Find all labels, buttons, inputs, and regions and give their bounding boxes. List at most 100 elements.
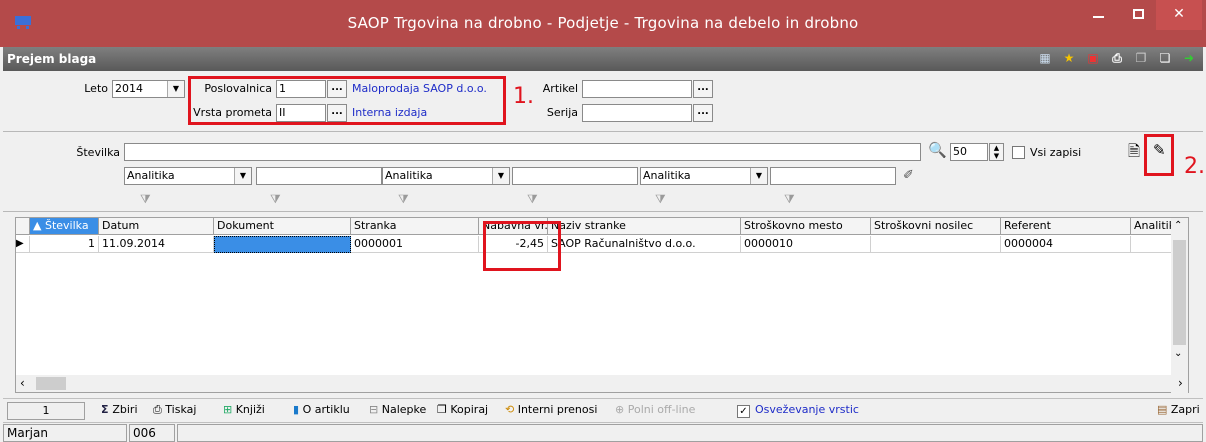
analitika-label-3: Analitika (643, 169, 691, 182)
count-stepper[interactable]: ▲ ▼ (989, 143, 1004, 161)
osvezevanje-checkbox[interactable]: ✓ (737, 405, 750, 418)
column-header-datum[interactable]: Datum (99, 218, 214, 235)
pages-icon[interactable]: ❏ (1157, 50, 1173, 66)
interni-prenosi-button[interactable]: ⟲ Interni prenosi (505, 403, 597, 416)
analitika-select-3[interactable]: Analitika ▼ (640, 167, 768, 185)
artikel-lookup-button[interactable]: ... (693, 80, 713, 98)
column-header-dokument[interactable]: Dokument (214, 218, 351, 235)
table-cell-referent[interactable]: 0000004 (1001, 236, 1131, 253)
analitika-value-2[interactable] (512, 167, 638, 185)
zapri-label: Zapri (1170, 403, 1200, 416)
offline-icon: ⊕ (615, 403, 628, 416)
hscroll-thumb[interactable] (36, 377, 66, 390)
table-cell-datum[interactable]: 11.09.2014 (99, 236, 214, 253)
annotation-box-2 (1144, 134, 1174, 176)
bottom-toolbar: 1 Σ Zbiri ⎙ Tiskaj ⊞ Knjiži ▮ O artiklu … (3, 398, 1203, 422)
vsi-zapisi-label: Vsi zapisi (1030, 146, 1082, 159)
table-cell-stevilka[interactable]: 1 (30, 236, 99, 253)
minimize-button[interactable] (1076, 0, 1120, 30)
stevilka-search-input[interactable] (124, 143, 921, 161)
eraser-icon[interactable]: ✐ (903, 168, 914, 183)
artikel-input[interactable] (582, 80, 692, 98)
polni-offline-label: Polni off-line (627, 403, 696, 416)
search-icon[interactable]: 🔍 (928, 141, 947, 159)
tiskaj-button[interactable]: ⎙ Tiskaj (153, 403, 196, 417)
column-header-stroskovni-nosilec[interactable]: Stroškovni nosilec (871, 218, 1001, 235)
scroll-right-icon[interactable]: › (1178, 376, 1183, 390)
filter-icon[interactable]: ⧩ (398, 192, 412, 206)
favorite-star-icon[interactable]: ★ (1061, 50, 1077, 66)
table-cell-stroskovno-mesto[interactable]: 0000010 (741, 236, 871, 253)
vertical-scrollbar[interactable]: ⌃ ⌄ (1171, 218, 1188, 393)
filter-icon[interactable]: ⧩ (527, 192, 541, 206)
new-document-icon[interactable]: 🗎 (1128, 141, 1140, 166)
o-artiklu-button[interactable]: ▮ O artiklu (293, 403, 350, 416)
vsi-zapisi-checkbox[interactable] (1012, 146, 1025, 159)
filter-icon[interactable]: ⧩ (655, 192, 669, 206)
title-bar: SAOP Trgovina na drobno - Podjetje - Trg… (0, 0, 1206, 47)
scroll-left-icon[interactable]: ‹ (20, 376, 25, 390)
post-icon: ⊞ (223, 403, 236, 416)
filter-icon[interactable]: ⧩ (784, 192, 798, 206)
scroll-up-icon[interactable]: ⌃ (1174, 220, 1182, 231)
book-icon: ▮ (293, 403, 303, 416)
filter-icon[interactable]: ⧩ (270, 192, 284, 206)
column-header-referent[interactable]: Referent (1001, 218, 1131, 235)
pdf-icon[interactable]: ▣ (1085, 50, 1101, 66)
chevron-down-icon: ▼ (234, 168, 251, 184)
analitika-label-2: Analitika (385, 169, 433, 182)
column-header-naziv-stranke[interactable]: Naziv stranke (548, 218, 741, 235)
zapri-button[interactable]: ▤ Zapri (1157, 403, 1200, 416)
table-cell-dokument[interactable] (214, 236, 351, 253)
exit-icon[interactable]: ➜ (1181, 50, 1197, 66)
leto-select[interactable]: 2014 ▼ (112, 80, 185, 98)
knjizi-label: Knjiži (235, 403, 265, 416)
row-count: 1 (7, 402, 85, 420)
analitika-value-3[interactable] (770, 167, 896, 185)
status-bar: Marjan 006 (3, 422, 1203, 442)
record-count-input[interactable]: 50 (950, 143, 988, 161)
layout-icon[interactable]: ▦ (1037, 50, 1053, 66)
filter-icon[interactable]: ⧩ (140, 192, 154, 206)
maximize-button[interactable] (1116, 0, 1160, 30)
column-header-analitika[interactable]: Analitika (1131, 218, 1173, 235)
printer-icon[interactable]: ⎙ (1109, 50, 1125, 66)
interni-prenosi-label: Interni prenosi (517, 403, 598, 416)
table-cell-naziv-stranke[interactable]: SAOP Računalništvo d.o.o. (548, 236, 741, 253)
serija-lookup-button[interactable]: ... (693, 104, 713, 122)
leto-label: Leto (84, 82, 108, 95)
table-cell-stranka[interactable]: 0000001 (351, 236, 479, 253)
serija-input[interactable] (582, 104, 692, 122)
table-cell-stroskovni-nosilec[interactable] (871, 236, 1001, 253)
knjizi-button[interactable]: ⊞ Knjiži (223, 403, 265, 416)
current-row-icon: ▶ (16, 236, 30, 253)
copy-icon[interactable]: ❐ (1133, 50, 1149, 66)
analitika-value-1[interactable] (256, 167, 382, 185)
scroll-thumb[interactable] (1173, 240, 1186, 345)
analitika-select-1[interactable]: Analitika ▼ (124, 167, 252, 185)
osvezevanje-label: Osveževanje vrstic (755, 403, 859, 416)
polni-offline-button[interactable]: ⊕ Polni off-line (615, 403, 695, 416)
kopiraj-button[interactable]: ❐ Kopiraj (437, 403, 488, 416)
data-grid: ▲ Številka Datum Dokument Stranka Nabavn… (15, 217, 1189, 393)
analitika-select-2[interactable]: Analitika ▼ (382, 167, 510, 185)
kopiraj-label: Kopiraj (450, 403, 489, 416)
table-cell-analitika[interactable] (1131, 236, 1173, 253)
column-header-stevilka[interactable]: ▲ Številka (30, 218, 99, 235)
form-title: Prejem blaga (7, 52, 97, 66)
zbiri-button[interactable]: Σ Zbiri (101, 403, 138, 416)
scroll-down-icon[interactable]: ⌄ (1174, 348, 1182, 359)
close-button[interactable]: ✕ (1156, 0, 1202, 30)
analitika-label-1: Analitika (127, 169, 175, 182)
close-door-icon: ▤ (1157, 403, 1171, 416)
horizontal-scrollbar[interactable]: ‹ › (16, 375, 1183, 392)
o-artiklu-label: O artiklu (302, 403, 350, 416)
toolbar: ▦ ★ ▣ ⎙ ❐ ❏ ➜ (1037, 50, 1197, 66)
column-header-stroskovno-mesto[interactable]: Stroškovno mesto (741, 218, 871, 235)
minimize-icon (1092, 16, 1104, 18)
transfer-icon: ⟲ (505, 403, 518, 416)
status-message (177, 424, 1203, 442)
column-header-stranka[interactable]: Stranka (351, 218, 479, 235)
chevron-down-icon: ▼ (750, 168, 767, 184)
nalepke-button[interactable]: ⊟ Nalepke (369, 403, 426, 416)
